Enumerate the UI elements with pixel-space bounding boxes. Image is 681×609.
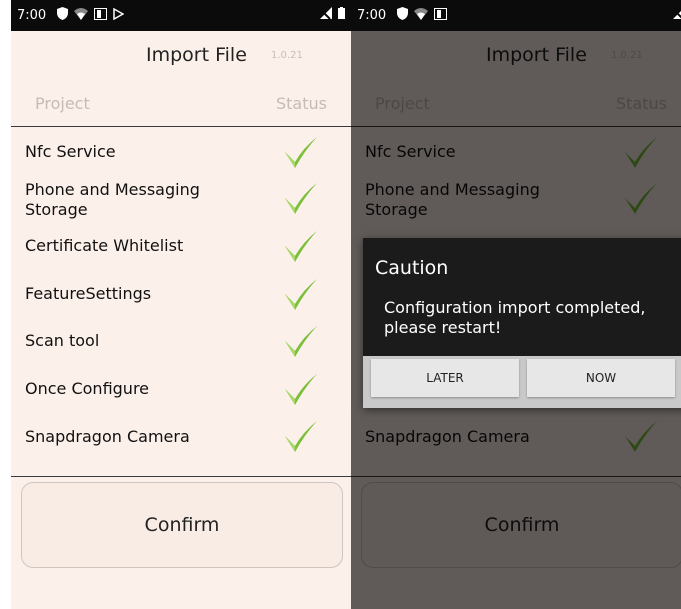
app-header: Import File 1.0.21 <box>11 31 351 79</box>
no-signal-icon <box>673 9 681 19</box>
list-item: FeatureSettings <box>25 284 152 303</box>
list-item: Once Configure <box>25 379 150 398</box>
wifi-icon <box>414 7 428 20</box>
list-item: Phone and Messaging Storage <box>25 180 200 219</box>
status-icons <box>57 7 124 20</box>
dialog-message: Configuration import completed, please r… <box>384 298 646 337</box>
check-icon <box>285 374 317 405</box>
header-divider <box>11 126 351 127</box>
import-screen: 7:00 Import File 1.0.21 Project Status N… <box>11 0 351 609</box>
check-icon <box>285 183 317 214</box>
status-time: 7:00 <box>357 8 387 23</box>
status-bar: 7:00 <box>351 0 681 31</box>
status-icons <box>397 7 447 20</box>
check-icon <box>285 279 317 310</box>
no-signal-icon <box>320 7 332 19</box>
check-icon <box>285 326 317 357</box>
list-item: Certificate Whitelist <box>25 236 184 255</box>
dialog-button-bar: LATER NOW <box>363 356 681 408</box>
list-item: Scan tool <box>25 331 100 350</box>
app-version: 1.0.21 <box>271 50 303 61</box>
check-icon <box>285 137 317 168</box>
shield-icon <box>397 7 408 20</box>
play-icon <box>113 7 124 20</box>
column-header-project: Project <box>35 94 90 113</box>
check-icon <box>285 231 317 262</box>
list-divider <box>11 476 351 477</box>
list-item: Snapdragon Camera <box>25 427 190 446</box>
dialog-title: Caution <box>375 257 449 279</box>
list-item: Nfc Service <box>25 142 116 161</box>
shield-icon <box>57 7 68 20</box>
confirm-button[interactable]: Confirm <box>21 482 343 568</box>
later-button[interactable]: LATER <box>371 359 519 397</box>
battery-icon <box>338 7 345 19</box>
wifi-icon <box>74 7 88 20</box>
import-screen-with-dialog: 7:00 Import File 1.0.21 Project Status N… <box>351 0 681 609</box>
caution-dialog: Caution Configuration import completed, … <box>363 238 681 408</box>
status-bar: 7:00 <box>11 0 351 31</box>
now-button[interactable]: NOW <box>527 359 675 397</box>
status-right-icons <box>673 7 681 19</box>
column-header-status: Status <box>276 94 327 113</box>
screen-icon <box>94 7 107 20</box>
check-icon <box>285 421 317 452</box>
page-title: Import File <box>146 44 247 66</box>
status-right-icons <box>320 7 345 19</box>
screen-icon <box>434 7 447 20</box>
status-time: 7:00 <box>17 8 47 23</box>
